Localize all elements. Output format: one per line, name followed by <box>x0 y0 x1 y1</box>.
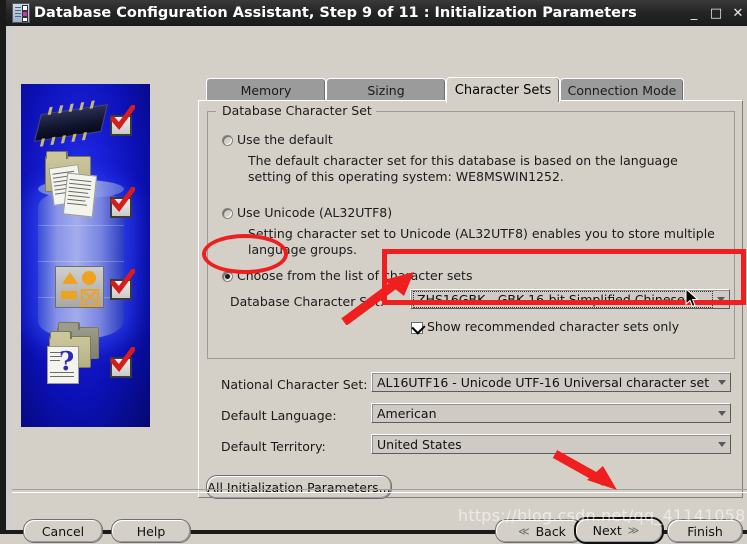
national-character-set-combo[interactable]: AL16UTF16 - Unicode UTF-16 Universal cha… <box>371 372 731 392</box>
default-language-combo[interactable]: American <box>371 403 731 423</box>
mouse-cursor-icon <box>685 288 699 308</box>
minimize-button[interactable]: _ <box>683 1 705 25</box>
memory-chip-icon <box>33 100 109 147</box>
database-charset-value: ZHS16GBK - GBK 16-bit Simplified Chinese <box>413 290 713 308</box>
database-charset-combo[interactable]: ZHS16GBK - GBK 16-bit Simplified Chinese <box>410 289 730 309</box>
question-page-icon: ? <box>47 346 79 384</box>
radio-choose-from-list[interactable] <box>222 271 233 282</box>
default-language-value: American <box>377 405 437 421</box>
main-panel: Memory Sizing Character Sets Connection … <box>198 52 743 499</box>
document-page-icon <box>62 172 98 218</box>
chevron-down-icon[interactable] <box>714 435 730 453</box>
description-use-unicode: Setting character set to Unicode (AL32UT… <box>248 226 715 257</box>
help-button[interactable]: Help <box>111 519 191 543</box>
tab-strip: Memory Sizing Character Sets Connection … <box>198 77 743 103</box>
dbca-window: Database Configuration Assistant, Step 9… <box>0 0 747 544</box>
tab-character-sets[interactable]: Character Sets <box>446 77 560 103</box>
label-default-language: Default Language: <box>221 408 337 423</box>
description-use-default: The default character set for this datab… <box>248 153 678 184</box>
label-choose-from-list: Choose from the list of character sets <box>237 268 473 283</box>
chevron-down-icon[interactable] <box>714 404 730 422</box>
label-database-character-set: Database Character Set: <box>230 294 385 309</box>
national-character-set-value: AL16UTF16 - Unicode UTF-16 Universal cha… <box>377 374 710 390</box>
database-character-set-group: Database Character Set Use the default T… <box>207 103 735 359</box>
close-button[interactable]: ✕ <box>727 1 747 25</box>
wizard-illustration: ? <box>21 84 150 427</box>
step-complete-checkbox <box>110 115 132 136</box>
label-default-territory: Default Territory: <box>221 439 326 454</box>
label-national-character-set: National Character Set: <box>221 377 368 392</box>
step-complete-checkbox <box>110 357 132 378</box>
tab-memory[interactable]: Memory <box>206 78 326 101</box>
show-recommended-checkbox[interactable] <box>411 320 426 335</box>
group-title: Database Character Set <box>218 103 376 118</box>
radio-use-default[interactable] <box>222 135 233 146</box>
watermark-text: https://blog.csdn.net/qq_41141058 <box>458 506 746 525</box>
chevron-down-icon[interactable] <box>713 290 729 308</box>
label-use-default: Use the default <box>237 132 333 147</box>
cancel-button[interactable]: Cancel <box>23 519 103 543</box>
database-app-icon <box>12 3 30 23</box>
tab-connection-mode[interactable]: Connection Mode <box>560 78 684 101</box>
step-complete-checkbox <box>110 197 132 218</box>
chevron-down-icon[interactable] <box>714 373 730 391</box>
footer-separator <box>12 489 747 493</box>
label-show-recommended: Show recommended character sets only <box>427 319 680 334</box>
all-initialization-parameters-button[interactable]: All Initialization Parameters... <box>206 475 392 499</box>
step-complete-checkbox <box>110 279 132 300</box>
radio-use-unicode[interactable] <box>222 208 233 219</box>
default-territory-combo[interactable]: United States <box>371 434 731 454</box>
maximize-button[interactable]: □ <box>705 1 727 25</box>
title-bar: Database Configuration Assistant, Step 9… <box>6 0 747 26</box>
client-area: ? Memory Sizing Character Sets Connectio… <box>12 26 747 544</box>
schema-objects-icon <box>55 266 104 308</box>
label-use-unicode: Use Unicode (AL32UTF8) <box>237 205 393 220</box>
tab-panel-character-sets: Database Character Set Use the default T… <box>198 100 743 498</box>
default-territory-value: United States <box>377 436 462 452</box>
tab-sizing[interactable]: Sizing <box>326 78 446 101</box>
window-title: Database Configuration Assistant, Step 9… <box>34 5 637 21</box>
